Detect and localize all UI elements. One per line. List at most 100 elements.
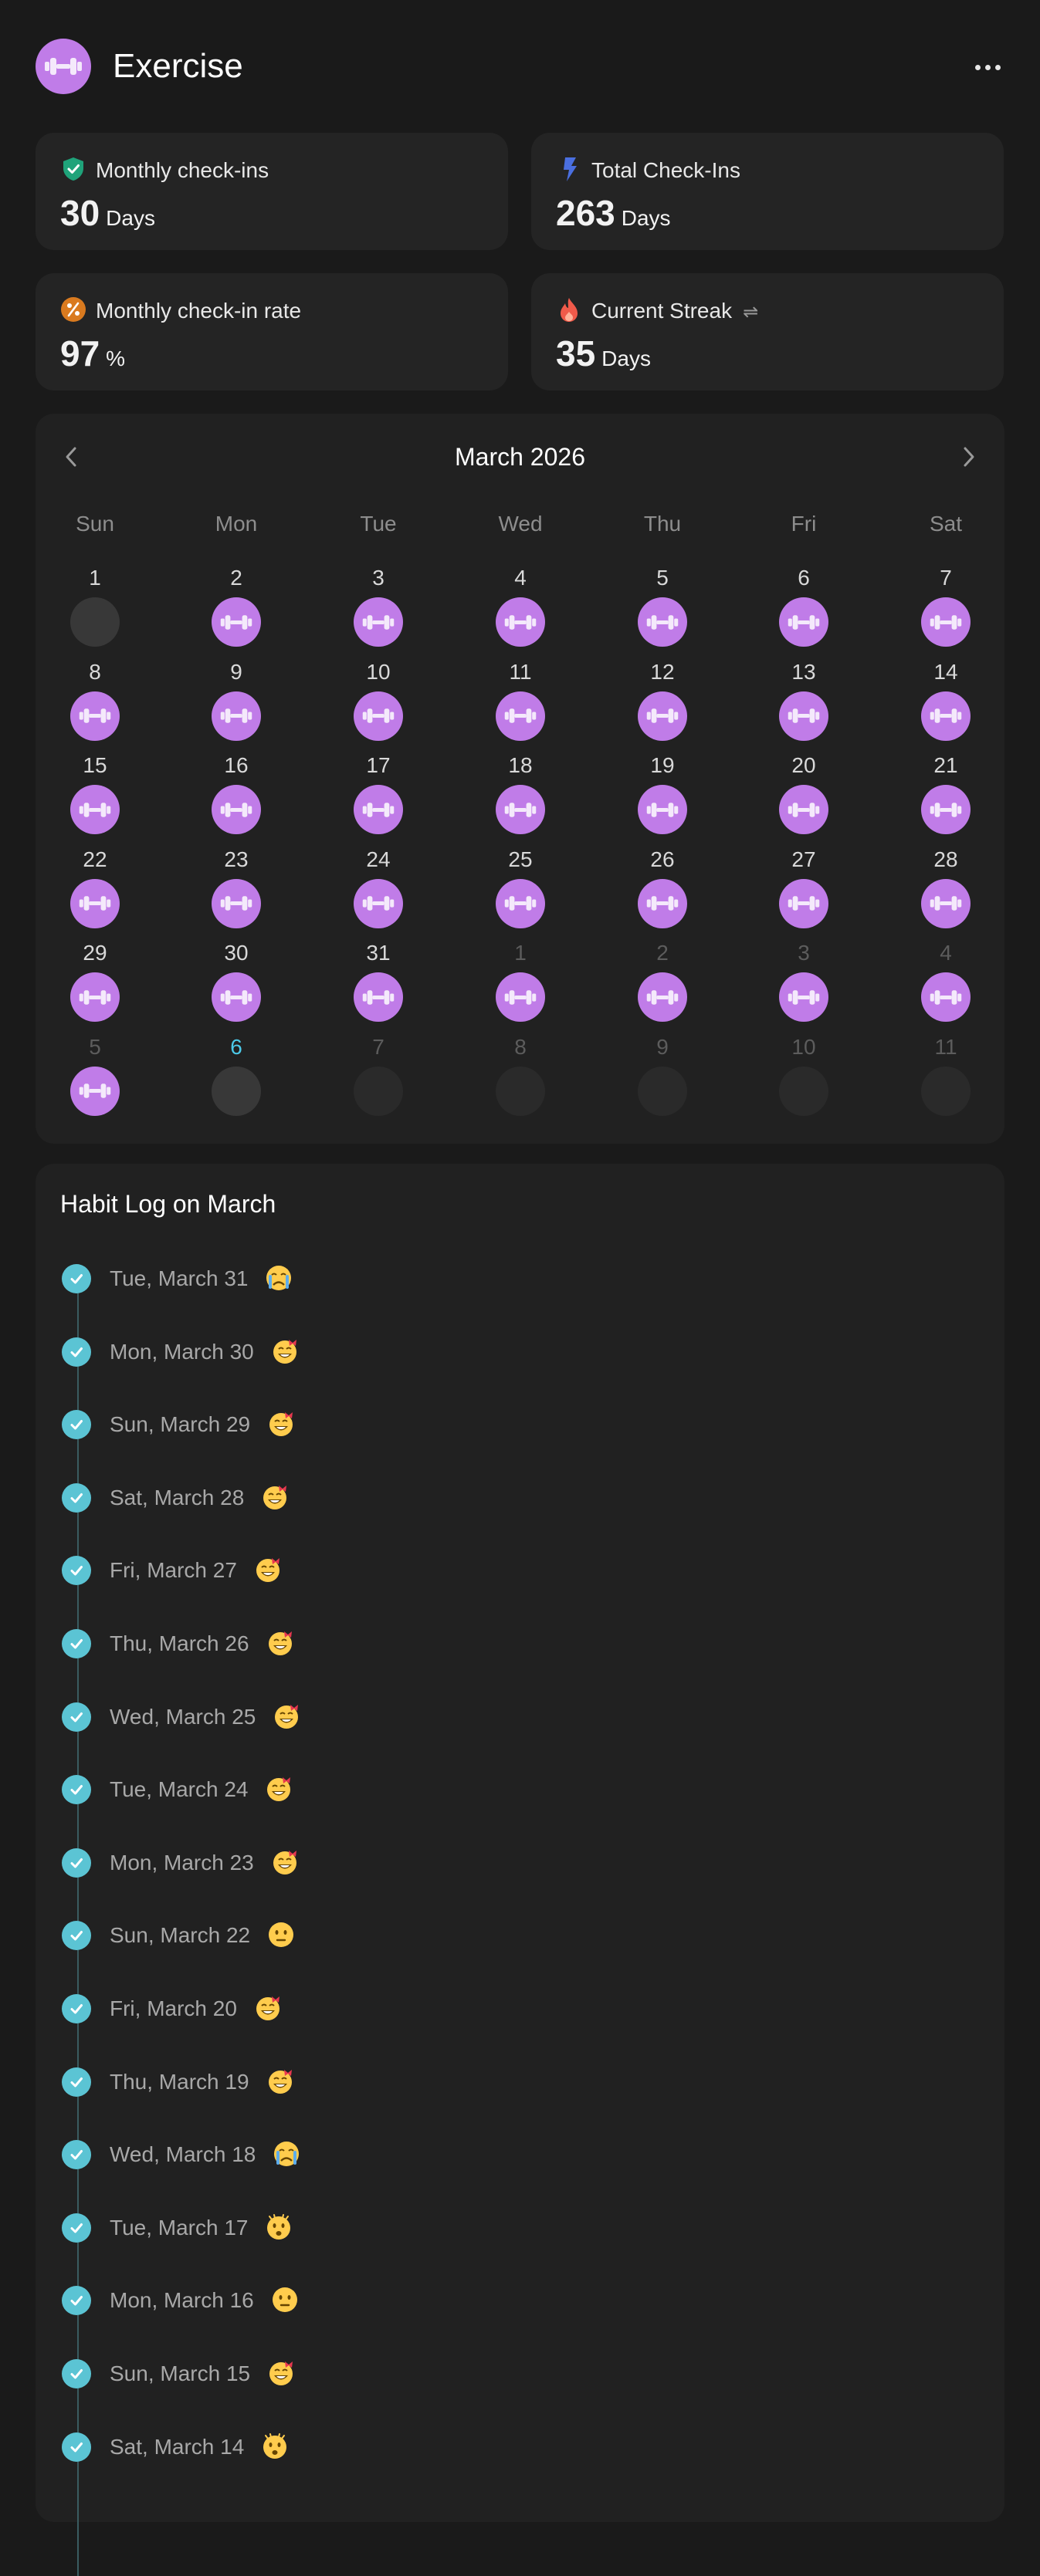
calendar-day[interactable]: 6	[765, 565, 842, 653]
dumbbell-icon	[788, 989, 820, 1005]
calendar-day[interactable]: 2	[624, 940, 701, 1028]
stat-unit: %	[106, 347, 126, 370]
stat-value: 30 Days	[60, 191, 155, 244]
log-entry-date: Mon, March 23	[110, 1850, 254, 1875]
more-options-button[interactable]	[968, 48, 1007, 86]
calendar-day[interactable]: 19	[624, 752, 701, 840]
checkin-marker	[354, 597, 403, 647]
more-dot-icon	[974, 64, 981, 70]
day-number: 26	[650, 847, 675, 871]
check-circle-icon	[62, 1994, 91, 2023]
dumbbell-icon	[79, 708, 111, 723]
log-entry-date: Sat, March 14	[110, 2434, 245, 2459]
percent-icon	[61, 297, 86, 322]
calendar-day[interactable]: 9	[198, 659, 275, 747]
check-circle-icon	[62, 1337, 91, 1367]
day-number: 11	[509, 659, 532, 684]
calendar-day[interactable]: 4	[907, 940, 984, 1028]
checkin-marker	[496, 972, 545, 1022]
weekday-label: Wed	[498, 512, 543, 536]
stat-card-current-streak[interactable]: Current Streak ⇌ 35 Days	[531, 273, 1004, 390]
calendar-day[interactable]: 22	[56, 847, 134, 935]
day-number: 6	[798, 566, 810, 590]
log-entry-date: Tue, March 17	[110, 2215, 249, 2240]
log-entry-date: Sat, March 28	[110, 1485, 245, 1509]
calendar-day[interactable]: 31	[340, 940, 417, 1028]
day-number: 31	[366, 941, 391, 965]
chevron-right-icon	[964, 447, 974, 467]
calendar-day[interactable]: 26	[624, 847, 701, 935]
calendar-day[interactable]: 9	[624, 1034, 701, 1122]
swap-icon[interactable]: ⇌	[743, 302, 758, 323]
mood-grin-bow-icon	[273, 1850, 296, 1875]
calendar-day[interactable]: 16	[198, 752, 275, 840]
calendar-day[interactable]: 30	[198, 940, 275, 1028]
calendar-day[interactable]: 21	[907, 752, 984, 840]
dumbbell-icon	[362, 989, 395, 1005]
calendar-day[interactable]: 28	[907, 847, 984, 935]
calendar-day[interactable]: 7	[907, 565, 984, 653]
mood-grin-bow-icon	[273, 1339, 296, 1364]
day-number: 17	[366, 753, 391, 777]
day-number: 10	[366, 659, 391, 684]
calendar-day[interactable]: 24	[340, 847, 417, 935]
mood-grin-bow-icon	[263, 1485, 286, 1509]
checkin-marker	[354, 691, 403, 741]
day-number: 19	[650, 753, 675, 777]
mood-surprised-icon	[263, 2432, 286, 2459]
log-entry-date: Fri, March 27	[110, 1558, 237, 1583]
dumbbell-icon	[220, 614, 252, 630]
calendar-day[interactable]: 17	[340, 752, 417, 840]
dumbbell-icon	[504, 614, 537, 630]
calendar-day[interactable]: 8	[482, 1034, 559, 1122]
calendar-day[interactable]: 5	[56, 1034, 134, 1122]
log-entry-date: Fri, March 20	[110, 1996, 237, 2020]
calendar-day[interactable]: 1	[56, 565, 134, 653]
log-entry-date: Tue, March 24	[110, 1777, 249, 1802]
checkin-marker	[354, 878, 403, 928]
empty-day-marker	[212, 1066, 261, 1116]
log-entry-date: Mon, March 16	[110, 2288, 254, 2313]
calendar-day[interactable]: 2	[198, 565, 275, 653]
check-circle-icon	[62, 2213, 91, 2243]
calendar-day[interactable]: 1	[482, 940, 559, 1028]
dumbbell-icon	[646, 896, 679, 911]
calendar-day[interactable]: 23	[198, 847, 275, 935]
calendar-day[interactable]: 11	[907, 1034, 984, 1122]
calendar-day[interactable]: 10	[340, 659, 417, 747]
stat-number: 97	[60, 333, 100, 374]
calendar-day[interactable]: 3	[765, 940, 842, 1028]
check-circle-icon	[62, 1921, 91, 1951]
calendar-day[interactable]: 7	[340, 1034, 417, 1122]
calendar-day[interactable]: 11	[482, 659, 559, 747]
calendar-day[interactable]: 18	[482, 752, 559, 840]
next-month-button[interactable]	[952, 440, 986, 474]
calendar-day[interactable]: 10	[765, 1034, 842, 1122]
habit-log: Habit Log on March Tue, March 31 Mon, Mar…	[36, 1164, 1004, 2576]
calendar-day[interactable]: 12	[624, 659, 701, 747]
checkin-marker	[496, 878, 545, 928]
dumbbell-icon	[362, 614, 395, 630]
day-number: 9	[230, 659, 242, 684]
day-number: 2	[656, 941, 669, 965]
calendar-day[interactable]: 14	[907, 659, 984, 747]
day-number: 1	[89, 566, 101, 590]
calendar-day[interactable]: 15	[56, 752, 134, 840]
calendar-day[interactable]: 13	[765, 659, 842, 747]
calendar-day[interactable]: 4	[482, 565, 559, 653]
checkin-marker	[779, 972, 828, 1022]
calendar-day[interactable]: 6	[198, 1034, 275, 1122]
calendar-day[interactable]: 20	[765, 752, 842, 840]
calendar-day[interactable]: 3	[340, 565, 417, 653]
calendar-day[interactable]: 27	[765, 847, 842, 935]
calendar-day[interactable]: 25	[482, 847, 559, 935]
stat-label: Current Streak ⇌	[591, 298, 758, 326]
calendar: March 2026 Sun Mon Tue Wed Thu Fri Sat 1 2 3 4 5 6 7 8…	[36, 414, 1004, 1144]
calendar-day[interactable]: 8	[56, 659, 134, 747]
calendar-day[interactable]: 5	[624, 565, 701, 653]
check-circle-icon	[62, 2140, 91, 2170]
dumbbell-icon	[45, 58, 82, 75]
day-number: 13	[791, 659, 816, 684]
calendar-day[interactable]: 29	[56, 940, 134, 1028]
check-circle-icon	[62, 2359, 91, 2388]
